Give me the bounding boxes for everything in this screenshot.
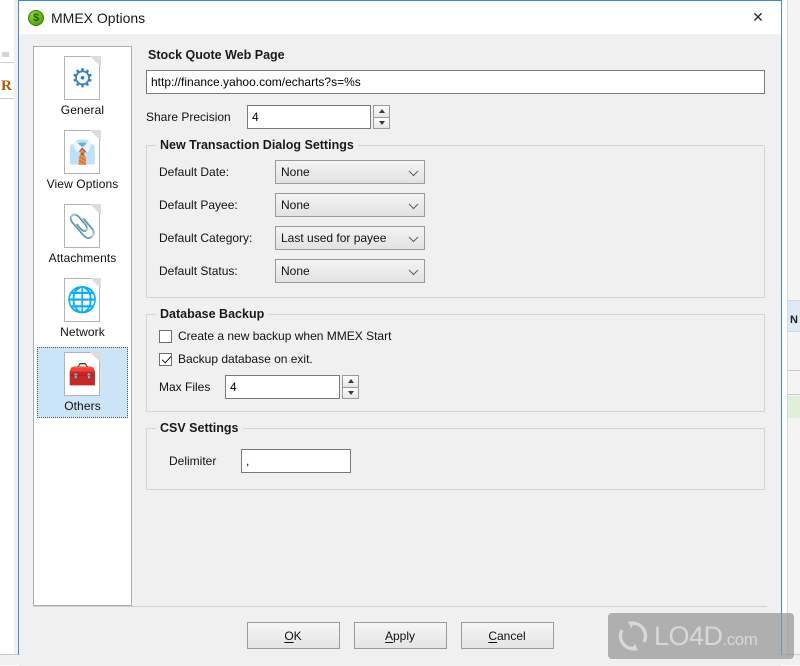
globe-network-icon: 🌐 [60, 277, 106, 323]
default-date-label: Default Date: [159, 165, 230, 179]
background-right-text: N [790, 314, 798, 326]
default-category-label: Default Category: [159, 231, 253, 245]
share-precision-stepper[interactable] [373, 105, 390, 129]
lo4d-watermark: LO4D.com [608, 613, 794, 659]
ok-button-mnemonic: O [284, 628, 294, 643]
background-left-thumbnail [2, 52, 9, 57]
chevron-down-icon [408, 199, 419, 210]
backup-on-exit-label: Backup database on exit. [178, 352, 313, 366]
sidebar-item-label: View Options [46, 177, 119, 191]
watermark-suffix: .com [722, 629, 758, 649]
sidebar-item-others[interactable]: 🧰 Others [37, 347, 128, 418]
sidebar-item-general[interactable]: ⚙ General [37, 51, 128, 122]
delimiter-label: Delimiter [169, 454, 217, 468]
apply-button-mnemonic: A [384, 628, 393, 643]
default-category-value: Last used for payee [281, 231, 387, 245]
window-title: MMEX Options [51, 9, 146, 26]
background-left-divider-top [0, 62, 14, 63]
spin-down-icon[interactable] [373, 117, 390, 129]
spin-up-icon[interactable] [342, 375, 359, 388]
footer-divider [33, 606, 767, 607]
options-pane-others: Stock Quote Web Page Share Precision New… [146, 46, 765, 606]
default-category-row: Default Category: Last used for payee [159, 226, 752, 250]
background-right-divider-1 [788, 370, 800, 371]
max-files-input[interactable] [225, 375, 340, 399]
default-category-select[interactable]: Last used for payee [275, 226, 425, 250]
toolbox-document-icon: 🧰 [60, 351, 106, 397]
share-precision-row: Share Precision [146, 105, 765, 129]
close-icon[interactable]: ✕ [735, 1, 781, 33]
share-precision-label: Share Precision [146, 110, 231, 124]
default-payee-value: None [281, 198, 310, 212]
options-category-list[interactable]: ⚙ General 👔 View Options 📎 Attachments 🌐… [33, 46, 132, 606]
background-left-text: R [1, 78, 12, 95]
ok-button-label: K [293, 628, 302, 643]
max-files-row: Max Files [159, 375, 752, 399]
database-backup-group: Database Backup Create a new backup when… [146, 307, 765, 412]
group-legend: New Transaction Dialog Settings [156, 138, 358, 152]
apply-button[interactable]: Apply [353, 622, 447, 649]
chevron-down-icon [408, 265, 419, 276]
create-backup-on-start-label: Create a new backup when MMEX Start [178, 329, 392, 343]
sidebar-item-view-options[interactable]: 👔 View Options [37, 125, 128, 196]
default-status-value: None [281, 264, 310, 278]
sidebar-item-label: General [60, 103, 105, 117]
default-payee-select[interactable]: None [275, 193, 425, 217]
sidebar-item-network[interactable]: 🌐 Network [37, 273, 128, 344]
default-payee-label: Default Payee: [159, 198, 238, 212]
max-files-stepper[interactable] [342, 375, 359, 399]
background-left-divider-bottom [0, 98, 14, 99]
watermark-name: LO4D [654, 620, 723, 651]
default-status-row: Default Status: None [159, 259, 752, 283]
watermark-text: LO4D.com [654, 620, 758, 651]
sidebar-item-label: Network [60, 325, 105, 339]
backup-on-exit-checkbox-row[interactable]: Backup database on exit. [159, 352, 752, 366]
title-bar: $ MMEX Options ✕ [19, 1, 781, 34]
default-date-row: Default Date: None [159, 160, 752, 184]
cancel-button-label: ancel [496, 628, 526, 643]
default-payee-row: Default Payee: None [159, 193, 752, 217]
chevron-down-icon [408, 232, 419, 243]
csv-settings-group: CSV Settings Delimiter [146, 421, 765, 490]
background-right-divider-2 [788, 394, 800, 395]
cancel-button[interactable]: Cancel [460, 622, 554, 649]
default-date-value: None [281, 165, 310, 179]
group-legend: CSV Settings [156, 421, 243, 435]
mmex-options-dialog: $ MMEX Options ✕ ⚙ General 👔 View Option… [18, 0, 782, 666]
default-status-select[interactable]: None [275, 259, 425, 283]
ok-button[interactable]: OK [246, 622, 340, 649]
checkbox-unchecked-icon[interactable] [159, 329, 172, 343]
delimiter-row: Delimiter [159, 449, 752, 473]
cancel-button-mnemonic: C [488, 628, 497, 643]
checkbox-checked-icon[interactable] [159, 352, 172, 366]
create-backup-on-start-checkbox-row[interactable]: Create a new backup when MMEX Start [159, 329, 752, 343]
stock-quote-heading: Stock Quote Web Page [148, 48, 285, 62]
sidebar-item-label: Others [64, 399, 101, 413]
apply-button-label: pply [393, 628, 416, 643]
spin-up-icon[interactable] [373, 105, 390, 118]
delimiter-input[interactable] [241, 449, 351, 473]
suits-document-icon: 👔 [60, 129, 106, 175]
sidebar-item-label: Attachments [48, 251, 117, 265]
background-window-right [787, 0, 800, 665]
share-precision-input[interactable] [247, 105, 371, 129]
gear-document-icon: ⚙ [60, 55, 106, 101]
spin-down-icon[interactable] [342, 387, 359, 399]
default-status-label: Default Status: [159, 264, 238, 278]
max-files-label: Max Files [159, 380, 211, 394]
background-left-panel [0, 0, 14, 665]
recycle-arrows-icon [618, 621, 648, 651]
stock-quote-url-input[interactable] [146, 70, 765, 94]
paperclip-folder-icon: 📎 [60, 203, 106, 249]
group-legend: Database Backup [156, 307, 269, 321]
dialog-body: ⚙ General 👔 View Options 📎 Attachments 🌐… [19, 34, 781, 606]
default-date-select[interactable]: None [275, 160, 425, 184]
new-transaction-dialog-group: New Transaction Dialog Settings Default … [146, 138, 765, 298]
background-right-green-row [788, 396, 800, 418]
chevron-down-icon [408, 166, 419, 177]
dollar-coin-icon: $ [28, 9, 44, 26]
sidebar-item-attachments[interactable]: 📎 Attachments [37, 199, 128, 270]
